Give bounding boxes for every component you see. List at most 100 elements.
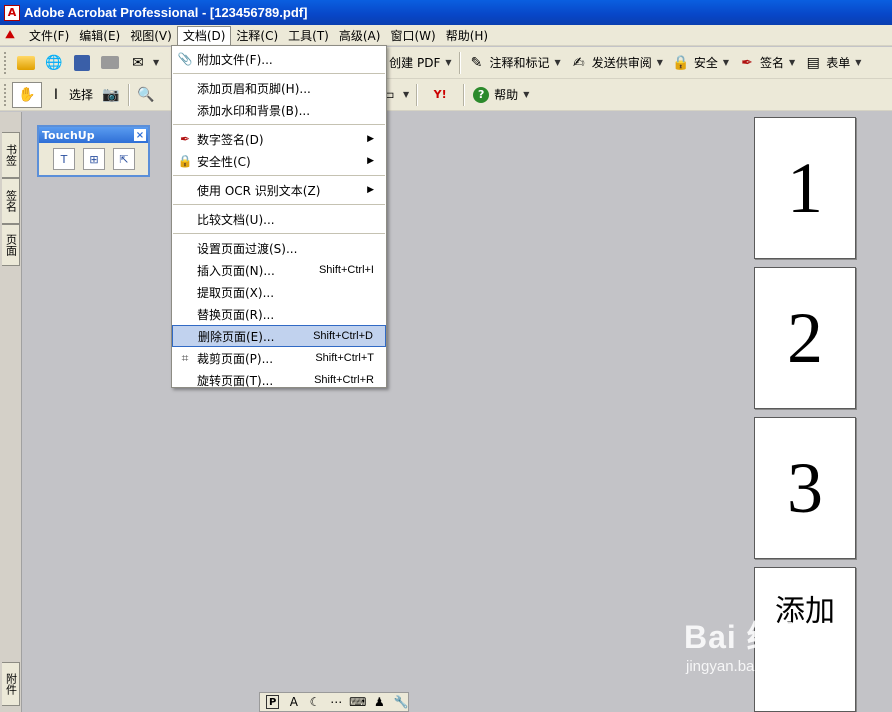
menu-item-label: 插入页面(N)...	[197, 263, 275, 278]
menu-item-shortcut: Shift+Ctrl+D	[313, 330, 373, 342]
touchup-text-tool-icon[interactable]: T	[53, 148, 75, 170]
folder-open-icon	[16, 53, 36, 73]
form-icon: ▤	[806, 54, 820, 71]
menu-item-rotate-pages[interactable]: 旋转页面(T)... Shift+Ctrl+R	[172, 369, 386, 391]
yahoo-search-button[interactable]: Y!	[420, 82, 460, 108]
touchup-title: TouchUp	[42, 128, 95, 142]
touchup-toolbar: TouchUp × T ⊞ ⇱	[37, 125, 150, 177]
menu-item-shortcut: Shift+Ctrl+R	[314, 374, 374, 386]
menu-item-extract-pages[interactable]: 提取页面(X)...	[172, 281, 386, 303]
touchup-reading-order-icon[interactable]: ⊞	[83, 148, 105, 170]
hand-tool-button[interactable]: ✋	[12, 81, 42, 108]
menu-item-delete-pages[interactable]: 删除页面(E)... Shift+Ctrl+D	[172, 325, 386, 347]
menu-item-label: 附加文件(F)...	[197, 52, 273, 67]
tab-pages[interactable]: 页面	[2, 224, 20, 266]
menu-item-label: 裁剪页面(P)...	[197, 351, 274, 366]
page-thumbnail-text: 1	[787, 147, 823, 228]
comment-icon: ✎	[470, 54, 483, 71]
create-pdf-button[interactable]: 创建 PDF ▼	[385, 50, 455, 76]
page-thumbnail[interactable]: 3	[754, 417, 856, 559]
touchup-object-tool-icon[interactable]: ⇱	[113, 148, 135, 170]
touchup-title-bar[interactable]: TouchUp ×	[39, 127, 148, 143]
toolbar-secondary: ✋ I 选择 📷 🔍 ▭ ▼ Y! ? 帮助 ▼	[0, 79, 892, 111]
menu-item-label: 设置页面过渡(S)...	[197, 241, 298, 256]
send-review-button[interactable]: ✍ 发送供审阅 ▼	[565, 50, 667, 76]
menu-edit[interactable]: 编辑(E)	[74, 26, 125, 45]
print-button[interactable]	[96, 50, 124, 76]
menu-file[interactable]: 文件(F)	[24, 26, 74, 45]
menu-help[interactable]: 帮助(H)	[441, 26, 493, 45]
organize-button[interactable]: 🌐	[40, 50, 68, 76]
printer-icon	[100, 53, 120, 73]
menu-comment[interactable]: 注释(C)	[231, 26, 283, 45]
navigation-pane: 书签 签名 页面 附件	[0, 112, 22, 712]
save-button[interactable]	[68, 50, 96, 76]
dots-icon[interactable]: ⋯	[330, 695, 343, 709]
text-cursor-icon: I	[53, 86, 59, 103]
security-label: 安全	[693, 56, 718, 70]
toolbar-grip-2[interactable]	[4, 83, 8, 106]
menu-item-security[interactable]: 🔒 安全性(C) ▶	[172, 150, 386, 172]
security-button[interactable]: 🔒 安全 ▼	[667, 50, 733, 76]
menu-item-label: 替换页面(R)...	[197, 307, 275, 322]
submenu-arrow-icon: ▶	[367, 156, 374, 166]
camera-icon: 📷	[102, 86, 120, 103]
menu-item-ocr[interactable]: 使用 OCR 识别文本(Z) ▶	[172, 179, 386, 201]
menu-item-attach-file[interactable]: 📎 附加文件(F)...	[172, 48, 386, 70]
page-thumbnail-text: 3	[787, 447, 823, 528]
lock-icon: 🔒	[672, 54, 690, 71]
menu-view[interactable]: 视图(V)	[125, 26, 177, 45]
menu-item-label: 数字签名(D)	[197, 132, 264, 147]
help-button[interactable]: ? 帮助 ▼	[467, 82, 533, 108]
person-icon[interactable]: ♟	[373, 695, 386, 709]
forms-button[interactable]: ▤ 表单 ▼	[799, 50, 865, 76]
sign-button[interactable]: ✒ 签名 ▼	[733, 50, 799, 76]
select-tool-button[interactable]: I 选择	[42, 82, 97, 108]
pen-icon: ✒	[741, 54, 753, 71]
hand-icon: ✋	[18, 86, 36, 103]
document-menu: 📎 附加文件(F)... 添加页眉和页脚(H)... 添加水印和背景(B)...…	[171, 45, 387, 388]
snapshot-button[interactable]: 📷	[97, 82, 125, 108]
select-label: 选择	[69, 88, 94, 102]
paperclip-icon: 📎	[177, 52, 193, 66]
mail-icon: ✉	[132, 54, 144, 71]
page-thumbnail[interactable]: 1	[754, 117, 856, 259]
comment-markup-button[interactable]: ✎ 注释和标记 ▼	[463, 50, 565, 76]
page-thumbnail-text: 2	[787, 297, 823, 378]
menu-item-insert-pages[interactable]: 插入页面(N)... Shift+Ctrl+I	[172, 259, 386, 281]
menu-document[interactable]: 文档(D)	[176, 25, 232, 45]
comment-markup-label: 注释和标记	[489, 56, 550, 70]
close-icon[interactable]: ×	[134, 129, 146, 141]
menu-item-digital-signature[interactable]: ✒ 数字签名(D) ▶	[172, 128, 386, 150]
toolbar-grip[interactable]	[4, 51, 8, 74]
submenu-arrow-icon: ▶	[367, 185, 374, 195]
tab-bookmarks[interactable]: 书签	[2, 132, 20, 178]
open-button[interactable]	[12, 50, 40, 76]
text-icon[interactable]: A	[287, 695, 300, 709]
menu-item-page-transitions[interactable]: 设置页面过渡(S)...	[172, 237, 386, 259]
watermark-url: jingyan.baidu.com	[686, 658, 807, 675]
watermark-brand: Bai 经验	[684, 619, 813, 655]
menu-item-label: 比较文档(U)...	[197, 212, 275, 227]
help-icon: ?	[471, 85, 491, 105]
moon-icon[interactable]: ☾	[308, 695, 321, 709]
menu-item-label: 旋转页面(T)...	[197, 373, 274, 388]
pdf-page-icon[interactable]: P	[266, 695, 280, 709]
pdf-doc-icon[interactable]: ⛰	[2, 27, 18, 43]
menu-advanced[interactable]: 高级(A)	[334, 26, 386, 45]
page-thumbnail[interactable]: 2	[754, 267, 856, 409]
menu-item-compare-documents[interactable]: 比较文档(U)...	[172, 208, 386, 230]
tab-attachments[interactable]: 附件	[2, 662, 20, 706]
email-button[interactable]: ✉ ▼	[124, 50, 163, 76]
wrench-icon[interactable]: 🔧	[394, 695, 409, 709]
sign-label: 签名	[760, 56, 785, 70]
tab-signatures[interactable]: 签名	[2, 178, 20, 224]
menu-item-header-footer[interactable]: 添加页眉和页脚(H)...	[172, 77, 386, 99]
menu-tools[interactable]: 工具(T)	[283, 26, 334, 45]
zoom-button[interactable]: 🔍	[132, 82, 160, 108]
menu-item-watermark-background[interactable]: 添加水印和背景(B)...	[172, 99, 386, 121]
menu-item-replace-pages[interactable]: 替换页面(R)...	[172, 303, 386, 325]
menu-item-crop-pages[interactable]: ⌗ 裁剪页面(P)... Shift+Ctrl+T	[172, 347, 386, 369]
keyboard-icon[interactable]: ⌨	[349, 695, 366, 709]
menu-window[interactable]: 窗口(W)	[385, 26, 440, 45]
